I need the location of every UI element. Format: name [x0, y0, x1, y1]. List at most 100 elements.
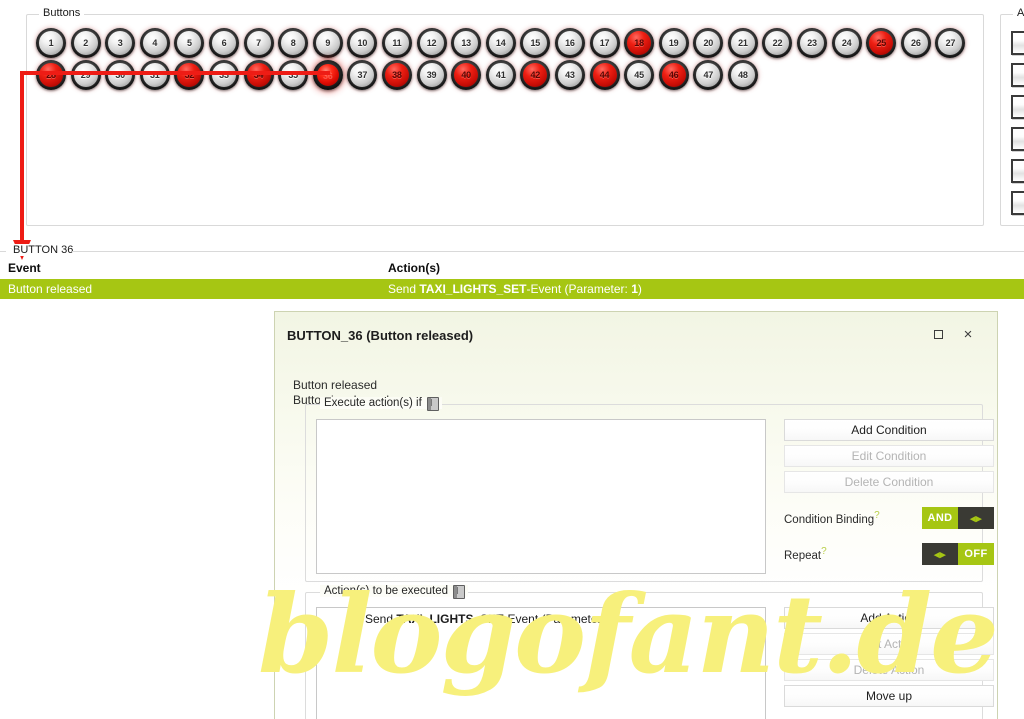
close-icon[interactable]: × — [957, 325, 979, 343]
button-44[interactable]: 44 — [589, 60, 620, 90]
button-29[interactable]: 29 — [70, 60, 101, 90]
button-48[interactable]: 48 — [727, 60, 758, 90]
buttons-panel: Buttons 1 2 3 4 5 6 7 8 9 10 11 12 13 14 15 16 17 18 19 20 2… — [26, 7, 984, 226]
action-list-item[interactable]: Send TAXI_LIGHTS_SET-Event (Parameter: 1… — [365, 612, 619, 626]
edit-condition-button[interactable]: Edit Condition — [784, 445, 994, 467]
button-label: 11 — [384, 31, 409, 55]
action-item-param: 1 — [608, 612, 615, 626]
button-label: 16 — [557, 31, 582, 55]
button-23[interactable]: 23 — [797, 28, 828, 58]
button-42[interactable]: 42 — [520, 60, 551, 90]
button-38[interactable]: 38 — [381, 60, 412, 90]
button-27[interactable]: 27 — [935, 28, 966, 58]
button-43[interactable]: 43 — [554, 60, 585, 90]
button-label: 17 — [592, 31, 617, 55]
button-40[interactable]: 40 — [451, 60, 482, 90]
button-37[interactable]: 37 — [347, 60, 378, 90]
axis-slider-5[interactable] — [1011, 159, 1024, 183]
button-2[interactable]: 2 — [70, 28, 101, 58]
button-label: 23 — [800, 31, 825, 55]
button-32[interactable]: 32 — [174, 60, 205, 90]
axis-slider-6[interactable] — [1011, 191, 1024, 215]
button-46[interactable]: 46 — [658, 60, 689, 90]
condition-binding-marker: ? — [874, 510, 880, 522]
button-12[interactable]: 12 — [416, 28, 447, 58]
button-45[interactable]: 45 — [624, 60, 655, 90]
action-item-prefix: Send — [365, 612, 397, 626]
button-25[interactable]: 25 — [866, 28, 897, 58]
button-30[interactable]: 30 — [105, 60, 136, 90]
button-22[interactable]: 22 — [762, 28, 793, 58]
button-label: 34 — [246, 63, 271, 87]
button-1[interactable]: 1 — [36, 28, 66, 58]
event-action-param: 1 — [631, 282, 638, 296]
move-up-button[interactable]: Move up — [784, 685, 994, 707]
button-label: 19 — [661, 31, 686, 55]
event-row[interactable]: Button released Send TAXI_LIGHTS_SET-Eve… — [0, 279, 1024, 299]
button-8[interactable]: 8 — [278, 28, 309, 58]
axis-slider-3[interactable] — [1011, 95, 1024, 119]
condition-group: Execute action(s) if Add Condition Edit … — [305, 397, 994, 582]
button-label: 8 — [281, 31, 306, 55]
dialog-title: BUTTON_36 (Button released) — [287, 328, 474, 343]
action-group-legend: Action(s) to be executed — [320, 585, 469, 599]
action-list[interactable]: Send TAXI_LIGHTS_SET-Event (Parameter: 1… — [316, 607, 766, 719]
add-action-button[interactable]: Add Action — [784, 607, 994, 629]
button-33[interactable]: 33 — [208, 60, 239, 90]
button-10[interactable]: 10 — [347, 28, 378, 58]
button-label: 24 — [834, 31, 859, 55]
button-4[interactable]: 4 — [139, 28, 170, 58]
book-icon[interactable] — [426, 397, 439, 411]
button-13[interactable]: 13 — [451, 28, 482, 58]
repeat-toggle[interactable]: ◂▸ OFF — [922, 543, 994, 565]
axes-panel-legend: Axe — [1013, 7, 1024, 19]
column-header-event: Event — [8, 261, 41, 275]
button-14[interactable]: 14 — [485, 28, 516, 58]
button-17[interactable]: 17 — [589, 28, 620, 58]
button-5[interactable]: 5 — [174, 28, 205, 58]
button-15[interactable]: 15 — [520, 28, 551, 58]
axes-panel: Axe — [1000, 7, 1024, 226]
button-21[interactable]: 21 — [727, 28, 758, 58]
condition-list[interactable] — [316, 419, 766, 574]
button-26[interactable]: 26 — [900, 28, 931, 58]
button-label: 45 — [627, 63, 652, 87]
button-20[interactable]: 20 — [693, 28, 724, 58]
button-35[interactable]: 35 — [278, 60, 309, 90]
button-label: 2 — [73, 31, 98, 55]
button-16[interactable]: 16 — [554, 28, 585, 58]
button-label: 41 — [488, 63, 513, 87]
add-condition-button[interactable]: Add Condition — [784, 419, 994, 441]
button-47[interactable]: 47 — [693, 60, 724, 90]
button-7[interactable]: 7 — [243, 28, 274, 58]
axis-slider-2[interactable] — [1011, 63, 1024, 87]
button-19[interactable]: 19 — [658, 28, 689, 58]
button-6[interactable]: 6 — [208, 28, 239, 58]
delete-condition-button[interactable]: Delete Condition — [784, 471, 994, 493]
button-label: 7 — [246, 31, 271, 55]
axis-slider-4[interactable] — [1011, 127, 1024, 151]
button-28[interactable]: 28 — [36, 60, 66, 90]
button-41[interactable]: 41 — [485, 60, 516, 90]
buttons-panel-legend: Buttons — [39, 7, 85, 19]
button-34[interactable]: 34 — [243, 60, 274, 90]
button-11[interactable]: 11 — [381, 28, 412, 58]
condition-binding-toggle[interactable]: AND ◂▸ — [922, 507, 994, 529]
button-9[interactable]: 9 — [312, 28, 343, 58]
book-icon[interactable] — [453, 585, 466, 599]
button-3[interactable]: 3 — [105, 28, 136, 58]
button-label: 35 — [281, 63, 306, 87]
edit-action-button[interactable]: Edit Action — [784, 633, 994, 655]
maximize-icon[interactable] — [927, 325, 949, 343]
action-item-name: TAXI_LIGHTS_SET — [396, 612, 504, 626]
repeat-marker: ? — [821, 546, 827, 558]
button-39[interactable]: 39 — [416, 60, 447, 90]
action-item-suffix: -Event (Parameter: — [503, 612, 609, 626]
event-panel-border-left — [0, 251, 6, 252]
button-36[interactable]: 36 — [312, 60, 343, 90]
button-24[interactable]: 24 — [831, 28, 862, 58]
button-18[interactable]: 18 — [624, 28, 655, 58]
delete-action-button[interactable]: Delete Action — [784, 659, 994, 681]
button-31[interactable]: 31 — [139, 60, 170, 90]
axis-slider-1[interactable] — [1011, 31, 1024, 55]
